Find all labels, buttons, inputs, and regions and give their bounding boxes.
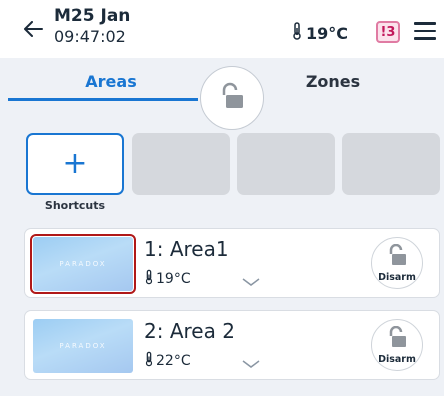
area-name: 2: Area 2 <box>144 319 235 343</box>
unlocked-padlock-icon <box>386 325 408 352</box>
area-thumbnail[interactable]: PARADOX <box>30 234 136 294</box>
area-card-2[interactable]: PARADOX 2: Area 2 22°C Disarm <box>24 310 440 380</box>
shortcut-slot-2[interactable] <box>237 133 335 195</box>
thermometer-icon <box>144 351 154 371</box>
area-temperature-value: 22°C <box>156 353 191 369</box>
header-temperature: 19°C <box>291 22 348 44</box>
notification-badge[interactable]: !3 <box>376 21 400 43</box>
plus-icon: + <box>62 146 88 181</box>
unlocked-padlock-icon <box>386 243 408 270</box>
shortcuts-label: Shortcuts <box>44 199 106 212</box>
disarm-button[interactable]: Disarm <box>371 237 423 289</box>
disarm-label: Disarm <box>378 353 416 365</box>
lock-all-button[interactable] <box>200 66 264 130</box>
date-time: M25 Jan 09:47:02 <box>54 6 130 47</box>
shortcut-slot-3[interactable] <box>342 133 440 195</box>
areas-panel: + Shortcuts PARADOX 1: Area1 19°C Disarm… <box>0 104 444 396</box>
thermometer-icon <box>144 269 154 289</box>
paradox-logo: PARADOX <box>59 260 107 268</box>
app-header: M25 Jan 09:47:02 19°C !3 <box>0 0 444 58</box>
disarm-label: Disarm <box>378 271 416 283</box>
active-tab-indicator <box>8 98 198 101</box>
back-arrow-icon[interactable] <box>18 14 48 44</box>
area-temperature-value: 19°C <box>156 271 191 287</box>
area-temperature: 22°C <box>144 351 191 371</box>
chevron-down-icon[interactable] <box>241 355 261 368</box>
shortcut-slot-1[interactable] <box>132 133 230 195</box>
area-temperature: 19°C <box>144 269 191 289</box>
chevron-down-icon[interactable] <box>241 273 261 286</box>
menu-icon[interactable] <box>414 22 438 42</box>
area-name: 1: Area1 <box>144 237 229 261</box>
header-date: M25 Jan <box>54 6 131 26</box>
paradox-logo: PARADOX <box>59 342 107 350</box>
header-time: 09:47:02 <box>54 27 126 46</box>
area-thumbnail[interactable]: PARADOX <box>33 319 133 373</box>
thermometer-icon <box>291 22 303 44</box>
area-card-1[interactable]: PARADOX 1: Area1 19°C Disarm <box>24 228 440 298</box>
add-shortcut-button[interactable]: + <box>26 133 124 195</box>
disarm-button[interactable]: Disarm <box>371 319 423 371</box>
header-temperature-value: 19°C <box>306 23 349 43</box>
unlocked-padlock-icon <box>218 82 246 114</box>
